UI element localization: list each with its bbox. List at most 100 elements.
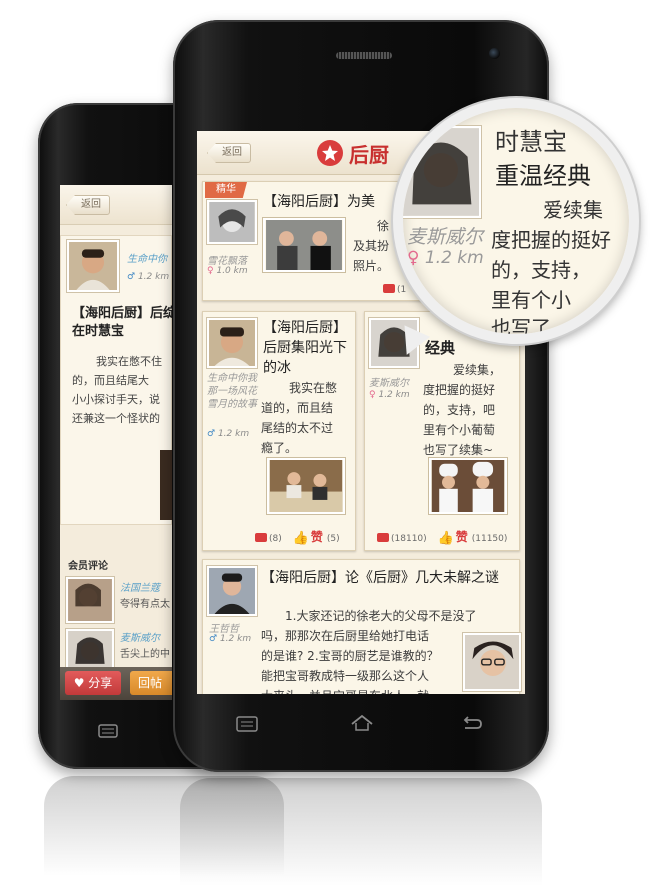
author-name[interactable]: 生命中你我那一场风花雪月的故事 [207, 372, 259, 411]
like-count-text: (5) [326, 534, 340, 544]
photo-image [431, 460, 505, 512]
front-phone-reflection [180, 778, 542, 886]
share-button[interactable]: ♥ 分享 [65, 671, 121, 695]
magnified-distance: ♀ 1.2 km [407, 248, 484, 268]
author-distance: ♂ 1.2 km [207, 429, 249, 439]
comment-icon[interactable] [255, 533, 267, 542]
post-title: 【海阳后厨】后绽放在时慧宝 [72, 306, 172, 339]
distance-text: 1.2 km [137, 272, 170, 282]
magnified-title: 重温经典 [495, 162, 591, 190]
magnified-author: 麦斯威尔 [407, 226, 484, 248]
author-distance: ♂ 1.2 km [127, 272, 169, 282]
post-title: 【海阳后厨】后厨集阳光下的冰 [263, 320, 347, 376]
author-avatar[interactable] [207, 566, 257, 616]
author-name[interactable]: 生命中你 [127, 250, 167, 265]
post-body-line: 里有个小葡萄 [423, 423, 496, 437]
post-card[interactable]: 经典 麦斯威尔 ♀ 1.2 km 爱续集， 度把握的挺好 的，支持，吧 里有个小… [364, 311, 520, 551]
back-phone-screen: 返回 生命中你 ♂ 1.2 km 【海阳后厨】后绽放在时慧宝 我实在憋不住 的，… [60, 185, 172, 700]
gender-icon: ♂ [209, 634, 218, 644]
magnified-body-line: 也写了 [491, 316, 551, 340]
post-title: 【海阳后厨】论《后厨》几大未解之谜 [261, 570, 499, 586]
magnified-body-line: 的，支持， [491, 258, 591, 282]
like-button[interactable]: 赞 [311, 530, 323, 544]
avatar-photo [209, 320, 255, 366]
avatar-photo [403, 128, 479, 216]
author-name[interactable]: 王哲哲 [209, 620, 239, 635]
comment-count[interactable]: (1 [383, 284, 406, 295]
menu-key-icon[interactable] [236, 716, 258, 732]
post-body-line: 我实在憋不住 [96, 355, 162, 368]
author-name[interactable]: 雪花飘落 [207, 252, 247, 267]
magnified-body-line: 里有个小 [491, 288, 571, 312]
app-logo-icon [317, 140, 343, 166]
post-body-line: 还兼这一个怪状的 [72, 412, 160, 425]
post-photo[interactable] [429, 458, 507, 514]
back-top-bar: 返回 [60, 185, 172, 225]
distance-text: 1.2 km [424, 248, 484, 268]
avatar-photo [209, 568, 255, 614]
magnifier-lens: 时慧宝 重温经典 爱续集 麦斯威尔 ♀ 1.2 km 度把握的挺好 的，支持， … [393, 98, 639, 344]
comment-count-text: (8) [269, 534, 282, 544]
reply-button[interactable]: 回帖 [130, 671, 172, 695]
home-key-icon[interactable] [350, 714, 374, 732]
post-card[interactable]: 【海阳后厨】后厨集阳光下的冰 生命中你我那一场风花雪月的故事 ♂ 1.2 km … [202, 311, 356, 551]
back-bottom-bar: ♥ 分享 回帖 [60, 667, 172, 700]
magnified-avatar [403, 126, 481, 218]
post-body-line: 的，而且结尾大 [72, 374, 149, 387]
commenter-name[interactable]: 麦斯威尔 [120, 629, 160, 644]
speaker-grille [336, 52, 392, 59]
comment-item[interactable]: 法国兰蔻 夸得有点太 [60, 575, 172, 631]
author-avatar[interactable] [67, 240, 119, 292]
post-body: 爱续集， 度把握的挺好 的，支持，吧 里有个小葡萄 也写了续集~ [423, 360, 519, 460]
author-distance: ♂ 1.2 km [209, 634, 251, 644]
post-body-line: 也写了续集~ [423, 443, 494, 457]
photo-image [269, 460, 343, 512]
comment-icon [383, 284, 395, 293]
post-body: 我实在憋 道的，而且结 尾结的太不过 瘾了。 [261, 378, 357, 458]
comment-text: 舌尖上的中 [120, 649, 170, 660]
back-key-icon[interactable] [461, 716, 483, 732]
like-button[interactable]: 赞 [456, 530, 468, 544]
photo-image [266, 220, 342, 270]
floating-user-avatar[interactable] [463, 633, 521, 691]
author-avatar[interactable] [207, 200, 257, 244]
post-body-line: 道的，而且结 [261, 401, 334, 415]
comment-count-text: (1 [397, 285, 407, 295]
post-body-line: 我实在憋 [289, 381, 338, 395]
like-count-text: (11150) [471, 534, 508, 544]
gender-icon: ♂ [207, 429, 216, 439]
thumbs-up-icon[interactable]: 👍 [293, 531, 309, 546]
gender-icon: ♀ [369, 390, 376, 400]
magnified-body-line: 度把握的挺好 [491, 228, 611, 252]
post-body-line: 的，支持，吧 [423, 403, 496, 417]
post-body-line: 瘾了。 [261, 441, 298, 455]
post-body-line: 1.大家还记的徐老大的父母不是没了 [285, 609, 477, 623]
commenter-photo [68, 579, 112, 621]
featured-badge: 精华 [205, 182, 247, 198]
back-button[interactable]: 返回 [207, 143, 251, 163]
commenter-avatar[interactable] [66, 577, 114, 623]
distance-text: 1.2 km [378, 390, 410, 400]
distance-text: 1.2 km [219, 634, 252, 644]
avatar-photo [209, 202, 255, 242]
author-distance: ♀ 1.0 km [207, 266, 248, 276]
comment-text: 夸得有点太 [120, 599, 170, 610]
post-body-line: 度把握的挺好 [423, 383, 496, 397]
magnified-line: 爱续集 [543, 198, 603, 222]
thumbs-up-icon[interactable]: 👍 [438, 531, 454, 546]
commenter-name[interactable]: 法国兰蔻 [120, 579, 160, 594]
post-body: 我实在憋不住 的，而且结尾大 小小探讨手天，说 还兼这一个怪状的 [72, 352, 172, 428]
post-photo[interactable] [267, 458, 345, 514]
author-avatar[interactable] [207, 318, 257, 368]
post-photo[interactable] [263, 218, 345, 272]
back-button[interactable]: 返回 [66, 195, 110, 215]
post-photo[interactable] [160, 450, 172, 520]
comment-icon[interactable] [377, 533, 389, 542]
avatar-photo [69, 242, 117, 290]
menu-key-icon[interactable] [98, 724, 118, 738]
author-name[interactable]: 麦斯威尔 [369, 374, 409, 389]
magnified-line: 时慧宝 [495, 128, 567, 156]
app-title: 后厨 [349, 143, 389, 167]
post-body-line: 爱续集， [453, 363, 502, 377]
distance-text: 1.0 km [216, 266, 248, 276]
